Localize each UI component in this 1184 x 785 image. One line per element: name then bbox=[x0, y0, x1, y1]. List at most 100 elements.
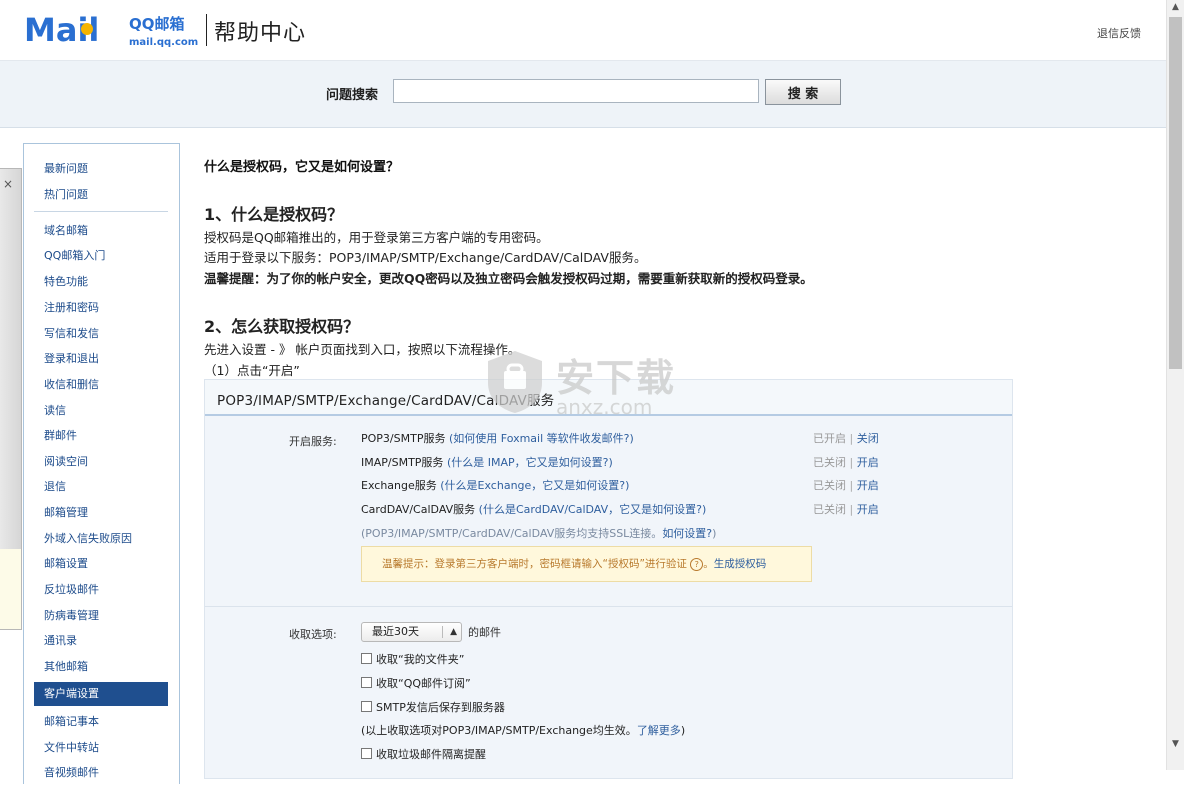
header-divider bbox=[206, 14, 207, 46]
scroll-down-arrow-icon[interactable]: ▼ bbox=[1167, 739, 1184, 753]
checkbox-box[interactable] bbox=[361, 653, 372, 664]
sidebar-item-label: 群邮件 bbox=[44, 429, 77, 442]
sidebar-item-register-password[interactable]: 注册和密码 bbox=[34, 296, 168, 320]
sidebar-item-features[interactable]: 特色功能 bbox=[34, 270, 168, 294]
sidebar-item-label: 邮箱记事本 bbox=[44, 715, 99, 728]
service-row-pop3: POP3/SMTP服务 (如何使用 Foxmail 等软件收发邮件?) bbox=[361, 430, 634, 446]
receive-suffix: 的邮件 bbox=[468, 626, 501, 639]
sidebar-item-label: QQ邮箱入门 bbox=[44, 249, 106, 262]
help-sidebar: 最新问题 热门问题 域名邮箱 QQ邮箱入门 特色功能 注册和密码 写信和发信 登… bbox=[23, 143, 180, 784]
toggle-service-link[interactable]: 开启 bbox=[857, 456, 879, 469]
ssl-help-link[interactable]: 如何设置? bbox=[662, 527, 712, 540]
generate-auth-code-link[interactable]: 生成授权码 bbox=[714, 558, 767, 570]
receive-range-select[interactable]: 最近30天 ▲ bbox=[361, 622, 462, 642]
learn-more-link[interactable]: 了解更多 bbox=[637, 724, 681, 737]
sidebar-item-domain-mail[interactable]: 域名邮箱 bbox=[34, 219, 168, 243]
section1-heading: 1、什么是授权码？ bbox=[204, 205, 344, 224]
search-input[interactable] bbox=[393, 79, 759, 103]
search-button[interactable]: 搜 索 bbox=[765, 79, 841, 105]
sidebar-item-label: 注册和密码 bbox=[44, 301, 99, 314]
sidebar-item-label: 通讯录 bbox=[44, 634, 77, 647]
sidebar-item-group-mail[interactable]: 群邮件 bbox=[34, 424, 168, 448]
toggle-service-link[interactable]: 关闭 bbox=[857, 432, 879, 445]
sidebar-divider bbox=[34, 211, 168, 212]
status-text: 已关闭 bbox=[813, 479, 846, 492]
site-header: Mail QQ邮箱 mail.qq.com 帮助中心 退信反馈 bbox=[0, 0, 1166, 61]
section1-paragraph-1: 授权码是QQ邮箱推出的，用于登录第三方客户端的专用密码。 bbox=[204, 230, 549, 245]
section2-paragraph: 先进入设置 - 》 帐户页面找到入口，按照以下流程操作。 bbox=[204, 342, 521, 357]
sidebar-item-label: 读信 bbox=[44, 404, 66, 417]
checkbox-label: 收取垃圾邮件隔离提醒 bbox=[376, 748, 486, 761]
service-help-link[interactable]: (如何使用 Foxmail 等软件收发邮件?) bbox=[449, 432, 634, 445]
sidebar-item-getting-started[interactable]: QQ邮箱入门 bbox=[34, 244, 168, 268]
checkbox-qq-subscription[interactable]: 收取“QQ邮件订阅” bbox=[361, 675, 471, 691]
sidebar-item-label: 阅读空间 bbox=[44, 455, 88, 468]
service-status-carddav: 已关闭 | 开启 bbox=[813, 501, 879, 517]
page-title: 帮助中心 bbox=[214, 21, 307, 46]
checkbox-box[interactable] bbox=[361, 748, 372, 759]
sidebar-item-contacts[interactable]: 通讯录 bbox=[34, 629, 168, 653]
sidebar-item-label: 热门问题 bbox=[44, 188, 88, 201]
sidebar-item-av-mail[interactable]: 音视频邮件 bbox=[34, 761, 168, 785]
shield-icon bbox=[488, 351, 542, 413]
qq-mail-logo[interactable]: Mail QQ邮箱 mail.qq.com bbox=[24, 10, 204, 50]
close-icon[interactable]: × bbox=[3, 177, 13, 191]
sidebar-item-file-transfer[interactable]: 文件中转站 bbox=[34, 736, 168, 760]
help-circle-icon[interactable]: ? bbox=[690, 558, 704, 571]
sidebar-item-reading-space[interactable]: 阅读空间 bbox=[34, 450, 168, 474]
sidebar-item-mailbox-settings[interactable]: 邮箱设置 bbox=[34, 552, 168, 576]
checkbox-spam-reminder[interactable]: 收取垃圾邮件隔离提醒 bbox=[361, 746, 486, 762]
service-help-link[interactable]: (什么是 IMAP，它又是如何设置?) bbox=[447, 456, 613, 469]
search-bar: 问题搜索 搜 索 bbox=[0, 61, 1166, 128]
article-title: 什么是授权码，它又是如何设置？ bbox=[204, 160, 400, 175]
sidebar-item-mailbox-manage[interactable]: 邮箱管理 bbox=[34, 501, 168, 525]
checkbox-label: SMTP发信后保存到服务器 bbox=[376, 701, 505, 714]
toggle-service-link[interactable]: 开启 bbox=[857, 479, 879, 492]
status-separator: | bbox=[849, 479, 854, 492]
logo-brand-cn: QQ邮箱 bbox=[129, 15, 185, 33]
service-help-link[interactable]: (什么是CardDAV/CalDAV，它又是如何设置?) bbox=[479, 503, 707, 516]
sidebar-item-label: 防病毒管理 bbox=[44, 609, 99, 622]
status-separator: | bbox=[849, 432, 854, 445]
sidebar-item-label: 域名邮箱 bbox=[44, 224, 88, 237]
service-row-exchange: Exchange服务 (什么是Exchange，它又是如何设置?) bbox=[361, 477, 629, 493]
sidebar-item-notepad[interactable]: 邮箱记事本 bbox=[34, 710, 168, 734]
checkbox-label: 收取“我的文件夹” bbox=[376, 653, 465, 666]
sidebar-item-label: 收信和删信 bbox=[44, 378, 99, 391]
service-row-carddav: CardDAV/CalDAV服务 (什么是CardDAV/CalDAV，它又是如… bbox=[361, 501, 706, 517]
sidebar-item-label: 登录和退出 bbox=[44, 352, 99, 365]
sidebar-item-read[interactable]: 读信 bbox=[34, 399, 168, 423]
sidebar-item-antivirus[interactable]: 防病毒管理 bbox=[34, 604, 168, 628]
checkbox-smtp-save[interactable]: SMTP发信后保存到服务器 bbox=[361, 699, 505, 715]
page-scrollbar[interactable]: ▲ ▼ bbox=[1166, 0, 1184, 770]
checkbox-box[interactable] bbox=[361, 677, 372, 688]
sidebar-item-hot[interactable]: 热门问题 bbox=[34, 183, 168, 207]
sidebar-item-receive-delete[interactable]: 收信和删信 bbox=[34, 373, 168, 397]
sidebar-item-compose-send[interactable]: 写信和发信 bbox=[34, 322, 168, 346]
sidebar-item-latest[interactable]: 最新问题 bbox=[34, 157, 168, 181]
service-help-link[interactable]: (什么是Exchange，它又是如何设置?) bbox=[440, 479, 629, 492]
watermark-text: 安下载 bbox=[556, 356, 677, 400]
scroll-up-arrow-icon[interactable]: ▲ bbox=[1167, 2, 1184, 16]
sidebar-item-client-settings[interactable]: 客户端设置 bbox=[34, 682, 168, 706]
popup-note-area bbox=[0, 549, 21, 629]
sidebar-item-antispam[interactable]: 反垃圾邮件 bbox=[34, 578, 168, 602]
sidebar-item-bounce[interactable]: 退信 bbox=[34, 475, 168, 499]
sidebar-item-label: 特色功能 bbox=[44, 275, 88, 288]
sidebar-item-external-failure[interactable]: 外域入信失败原因 bbox=[34, 527, 168, 551]
checkbox-my-folders[interactable]: 收取“我的文件夹” bbox=[361, 651, 464, 667]
scrollbar-thumb[interactable] bbox=[1169, 17, 1182, 369]
sidebar-item-label: 退信 bbox=[44, 480, 66, 493]
service-row-imap: IMAP/SMTP服务 (什么是 IMAP，它又是如何设置?) bbox=[361, 454, 613, 470]
sidebar-item-label: 其他邮箱 bbox=[44, 660, 88, 673]
toggle-service-link[interactable]: 开启 bbox=[857, 503, 879, 516]
effect-note-text: (以上收取选项对POP3/IMAP/SMTP/Exchange均生效。 bbox=[361, 724, 637, 737]
checkbox-box[interactable] bbox=[361, 701, 372, 712]
sidebar-item-login-logout[interactable]: 登录和退出 bbox=[34, 347, 168, 371]
feedback-link[interactable]: 退信反馈 bbox=[1097, 25, 1141, 41]
sidebar-item-other-mailbox[interactable]: 其他邮箱 bbox=[34, 655, 168, 679]
section2-heading: 2、怎么获取授权码？ bbox=[204, 317, 360, 336]
status-text: 已关闭 bbox=[813, 503, 846, 516]
select-separator bbox=[442, 626, 443, 638]
service-name: CardDAV/CalDAV服务 bbox=[361, 503, 476, 516]
